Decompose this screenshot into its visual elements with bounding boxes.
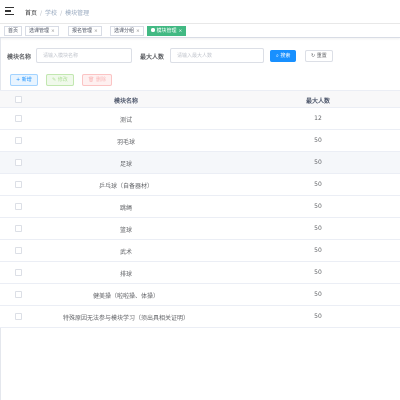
cell-module-name: 测试 [119,117,132,124]
search-form: 模块名称 最大人数 [0,48,400,64]
reset-button[interactable]: ↻ 重置 [305,50,333,62]
tag-module-management[interactable]: 模块管理 × [147,26,187,36]
cell-module-name: 跳绳 [119,205,132,212]
tag-home[interactable]: 首页 [4,26,23,36]
cell-module-name: 乒乓球（自备器材） [98,183,153,190]
reset-button-label: 重置 [316,53,327,59]
cell-max-count: 12 [314,115,322,122]
table-row[interactable]: 健美操（啦啦操、体操） 50 [0,284,400,306]
table-row[interactable]: 排球 50 [0,262,400,284]
tags-view: 首页 选课管理 × 报名管理 × 选课分组 × 模块管理 × [0,24,400,38]
row-checkbox[interactable] [15,247,22,254]
refresh-icon: ↻ [311,53,316,59]
add-button-label: 新增 [21,77,32,83]
table-row[interactable]: 乒乓球（自备器材） 50 [0,174,400,196]
row-checkbox[interactable] [15,137,22,144]
edit-button[interactable]: ✎ 修改 [46,74,74,86]
delete-button[interactable]: 🗑 删除 [82,74,112,86]
search-button[interactable]: ⌕ 搜索 [270,50,297,62]
tag-registration-management[interactable]: 报名管理 × [68,26,102,36]
cell-module-name: 排球 [119,271,132,278]
breadcrumb-school[interactable]: 学校 [45,10,57,17]
cell-module-name: 篮球 [119,227,132,234]
module-name-label: 模块名称 [7,54,32,61]
tag-course-management[interactable]: 选课管理 × [25,26,59,36]
row-checkbox[interactable] [15,181,22,188]
cell-max-count: 50 [314,291,322,298]
cell-module-name: 武术 [119,249,132,256]
table-row[interactable]: 篮球 50 [0,218,400,240]
row-checkbox[interactable] [15,159,22,166]
cell-max-count: 50 [314,181,322,188]
table-header: 模块名称 最大人数 [0,90,400,108]
edit-button-label: 修改 [57,77,68,83]
max-count-input[interactable] [170,48,264,63]
row-checkbox[interactable] [15,313,22,320]
tag-label: 首页 [8,28,19,34]
max-count-label: 最大人数 [140,54,165,61]
tag-label: 模块管理 [156,28,177,34]
add-button[interactable]: + 新增 [10,74,38,86]
plus-icon: + [16,77,21,83]
table-row[interactable]: 测试 12 [0,108,400,130]
tag-course-group[interactable]: 选课分组 × [110,26,144,36]
cell-max-count: 50 [314,225,322,232]
search-button-label: 搜索 [280,53,291,59]
row-checkbox[interactable] [15,225,22,232]
close-icon[interactable]: × [94,29,98,34]
table-row[interactable]: 跳绳 50 [0,196,400,218]
tag-label: 选课管理 [29,28,50,34]
row-checkbox[interactable] [15,115,22,122]
cell-max-count: 50 [314,159,322,166]
cell-module-name: 特殊原因无法参与模块学习（须出具相关证明） [62,315,189,322]
column-header-max-count[interactable]: 最大人数 [218,96,400,105]
cell-max-count: 50 [314,137,322,144]
table-row[interactable]: 羽毛球 50 [0,130,400,152]
cell-max-count: 50 [314,269,322,276]
table-row[interactable]: 特殊原因无法参与模块学习（须出具相关证明） 50 [0,306,400,328]
row-checkbox[interactable] [15,291,22,298]
module-table: 模块名称 最大人数 测试 12 羽毛球 50 足球 50 乒乓球（自备器材） 50 跳绳… [0,90,400,328]
close-icon[interactable]: × [51,29,55,34]
cell-module-name: 足球 [119,161,132,168]
delete-button-label: 删除 [95,77,106,83]
tag-label: 报名管理 [72,28,93,34]
cell-max-count: 50 [314,203,322,210]
cell-module-name: 健美操（啦啦操、体操） [92,293,159,300]
row-checkbox[interactable] [15,203,22,210]
breadcrumb-home[interactable]: 首页 [25,10,37,17]
delete-icon: 🗑 [88,77,95,83]
edit-icon: ✎ [52,77,57,83]
close-icon[interactable]: × [136,29,140,34]
search-icon: ⌕ [276,53,279,59]
hamburger-icon[interactable] [5,7,14,16]
column-header-module-name[interactable]: 模块名称 [28,96,224,105]
navbar: 首页 / 学校 / 模块管理 [0,0,400,24]
cell-module-name: 羽毛球 [116,139,135,146]
cell-max-count: 50 [314,313,322,320]
close-icon[interactable]: × [179,29,183,34]
breadcrumb: 首页 / 学校 / 模块管理 [25,10,90,17]
active-dot-icon [151,28,155,32]
row-checkbox[interactable] [15,269,22,276]
table-row[interactable]: 足球 50 [0,152,400,174]
tag-label: 选课分组 [114,28,135,34]
module-name-input[interactable] [36,48,132,63]
breadcrumb-current: 模块管理 [65,10,90,17]
cell-max-count: 50 [314,247,322,254]
table-row[interactable]: 武术 50 [0,240,400,262]
select-all-checkbox[interactable] [15,96,22,103]
